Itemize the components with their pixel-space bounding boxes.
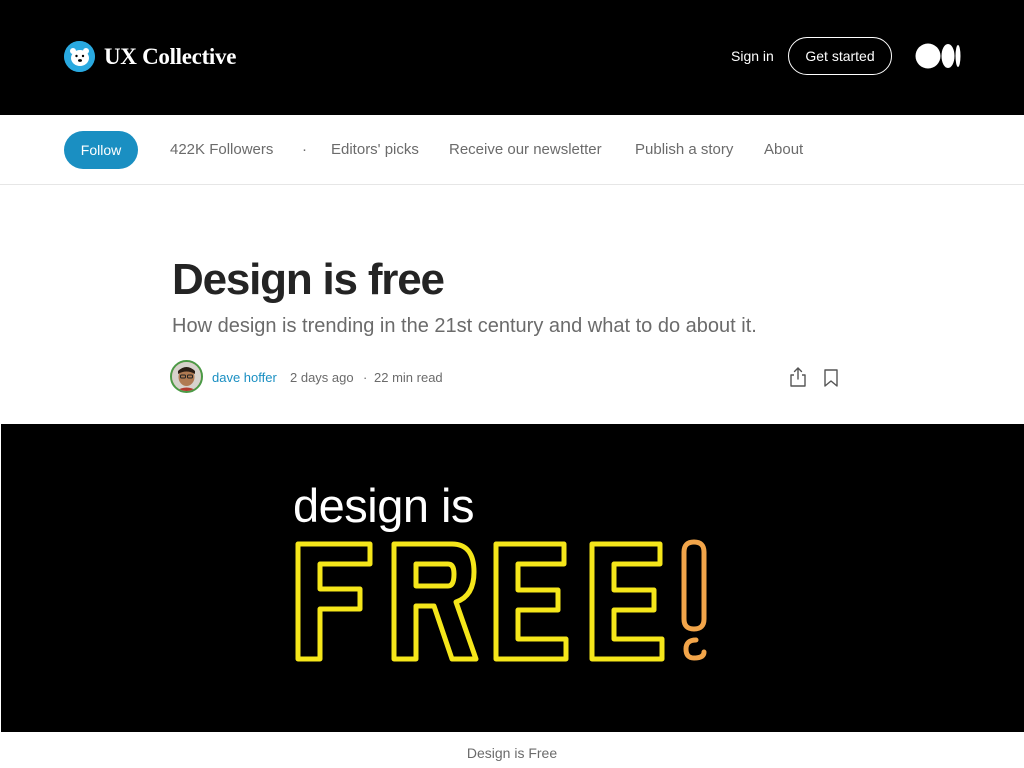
get-started-button[interactable]: Get started [788, 37, 892, 75]
bookmark-icon[interactable] [822, 368, 840, 388]
author-name-link[interactable]: dave hoffer [212, 370, 277, 385]
hero-free-lettering [295, 539, 707, 662]
publish-date: 2 days ago [290, 370, 354, 385]
publication-nav: Follow 422K Followers · Editors' picks R… [0, 115, 1024, 185]
article-subtitle: How design is trending in the 21st centu… [172, 315, 757, 337]
brand-logo-link[interactable]: UX Collective [64, 41, 236, 72]
nav-separator: · [302, 141, 307, 158]
sign-in-link[interactable]: Sign in [731, 48, 774, 64]
nav-about[interactable]: About [764, 141, 803, 158]
meta-separator: · [363, 370, 368, 385]
hero-line-design-is: design is [293, 479, 475, 532]
brand-name: UX Collective [104, 43, 237, 69]
article-title: Design is free [172, 255, 445, 304]
hero-caption: Design is Free [466, 745, 558, 761]
top-header: UX Collective Sign in Get started [0, 0, 1024, 115]
follow-button[interactable]: Follow [64, 131, 138, 169]
medium-logo-icon[interactable] [915, 43, 961, 69]
share-icon[interactable] [788, 366, 808, 388]
nav-editors-picks[interactable]: Editors' picks [331, 141, 419, 158]
nav-newsletter[interactable]: Receive our newsletter [449, 141, 602, 158]
read-time: 22 min read [374, 370, 443, 385]
hero-image: design is [1, 424, 1024, 732]
author-avatar[interactable] [170, 360, 203, 393]
nav-publish-story[interactable]: Publish a story [635, 141, 733, 158]
polar-bear-logo-icon [64, 41, 95, 72]
followers-count[interactable]: 422K Followers [170, 141, 273, 158]
